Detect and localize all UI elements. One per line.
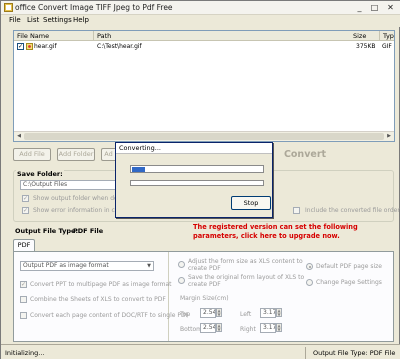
output-format-value: Output PDF as image format [23, 262, 109, 269]
convert-button[interactable]: Convert [273, 147, 337, 163]
margin-bottom-input[interactable]: 2.54 [200, 323, 216, 333]
scroll-thumb[interactable] [24, 133, 384, 140]
include-order-label: Include the converted file order [305, 207, 400, 214]
dialog-title-bar: Converting... [116, 143, 272, 154]
chevron-down-icon[interactable]: ▼ [145, 262, 153, 270]
change-page-label: Change Page Settings [316, 279, 382, 286]
title-bar: office Convert Image TIFF Jpeg to Pdf Fr… [1, 1, 400, 15]
output-file-type-value: PDF File [73, 227, 104, 235]
doc-single-pdf-checkbox[interactable] [20, 312, 27, 319]
minimize-icon[interactable]: _ [352, 2, 367, 13]
default-size-label: Default PDF page size [316, 263, 382, 270]
progress-fill-main [132, 167, 145, 172]
margin-bottom-label: Bottom [180, 326, 203, 333]
margin-left-spinner[interactable]: ▲ ▼ [276, 308, 282, 317]
row-checkbox[interactable]: ✓ [17, 43, 24, 50]
tab-pdf[interactable]: PDF [13, 239, 35, 251]
cell-type: GIF [382, 43, 392, 50]
show-output-label: Show output folder when done [33, 195, 126, 202]
app-icon [4, 3, 13, 12]
save-layout-label-1: Save the original form layout of XLS to [188, 274, 305, 281]
close-icon[interactable]: ✕ [383, 2, 398, 13]
scroll-right-icon[interactable]: ▶ [385, 133, 393, 140]
output-format-select[interactable]: Output PDF as image format [20, 261, 154, 271]
add-file-button[interactable]: Add File [13, 148, 51, 161]
gif-file-icon [26, 43, 33, 50]
ppt-multipage-label: Convert PPT to multipage PDF as image fo… [30, 281, 172, 288]
save-folder-label: Save Folder: [16, 170, 64, 178]
include-order-checkbox[interactable] [293, 207, 300, 214]
left-options: Output PDF as image format ▼ ✓ Convert P… [14, 252, 189, 341]
col-type[interactable]: Type [380, 31, 394, 41]
cell-size: 375KB [356, 43, 376, 50]
margin-right-spinner[interactable]: ▲ ▼ [276, 323, 282, 332]
margin-top-spinner[interactable]: ▲ ▼ [216, 308, 222, 317]
maximize-icon[interactable]: □ [367, 2, 382, 13]
save-layout-radio[interactable] [178, 277, 185, 284]
status-separator [305, 347, 306, 359]
save-folder-input[interactable]: C:\Output Files [20, 180, 116, 190]
right-options: Adjust the form size as XLS content to c… [172, 252, 393, 341]
table-row[interactable]: ✓ hear.gif C:\Test\hear.gif 375KB GIF [14, 42, 394, 52]
col-path[interactable]: Path [94, 31, 380, 41]
ppt-multipage-checkbox[interactable]: ✓ [20, 281, 27, 288]
dialog-title: Converting... [119, 144, 161, 152]
horizontal-scrollbar[interactable]: ◀ ▶ [14, 131, 394, 141]
adjust-xls-label-1: Adjust the form size as XLS content to [188, 258, 303, 265]
toolbar-partial-button[interactable]: Ad [101, 148, 115, 161]
cell-file-name: hear.gif [34, 43, 57, 50]
menu-help[interactable]: Help [73, 16, 89, 24]
combine-sheets-checkbox[interactable] [20, 296, 27, 303]
upgrade-link-line-1[interactable]: The registered version can set the follo… [193, 223, 358, 231]
margin-right-input[interactable]: 3.17 [260, 323, 276, 333]
margin-bottom-spinner[interactable]: ▲ ▼ [216, 323, 222, 332]
file-list[interactable]: File Name Path Size Type ✓ hear.gif C:\T… [13, 30, 395, 142]
margin-top-input[interactable]: 2.54 [200, 308, 216, 318]
col-size[interactable]: Size [350, 31, 380, 41]
margin-left-input[interactable]: 3.17 [260, 308, 276, 318]
adjust-xls-radio[interactable] [178, 261, 185, 268]
menu-bar: File List Settings Help [1, 15, 400, 27]
menu-settings[interactable]: Settings [43, 16, 72, 24]
stop-button[interactable]: Stop [231, 196, 271, 210]
status-text: Initializing... [5, 349, 45, 357]
show-error-checkbox[interactable]: ✓ [22, 207, 29, 214]
menu-list[interactable]: List [27, 16, 39, 24]
margin-top-label: Top [180, 311, 191, 318]
progress-bar-secondary [130, 180, 264, 186]
doc-single-pdf-label: Convert each page content of DOC/RTF to … [30, 312, 190, 319]
upgrade-link-line-2[interactable]: parameters, click here to upgrade now. [193, 232, 340, 240]
default-size-radio[interactable] [306, 263, 313, 270]
change-page-radio[interactable] [306, 279, 313, 286]
status-bar: Initializing... Output File Type: PDF Fi… [1, 344, 400, 359]
adjust-xls-label-2: create PDF [188, 265, 221, 272]
margin-size-title: Margin Size(cm) [180, 295, 229, 302]
col-file-name[interactable]: File Name [14, 31, 94, 41]
pdf-options-panel: Output PDF as image format ▼ ✓ Convert P… [13, 251, 394, 342]
margin-right-label: Right [240, 326, 256, 333]
scroll-left-icon[interactable]: ◀ [15, 133, 23, 140]
menu-file[interactable]: File [9, 16, 21, 24]
converting-dialog: Converting... Stop [115, 142, 273, 218]
margin-left-label: Left [240, 311, 252, 318]
add-folder-button[interactable]: Add Folder [57, 148, 95, 161]
main-window: office Convert Image TIFF Jpeg to Pdf Fr… [0, 0, 400, 359]
save-layout-label-2: create PDF [188, 281, 221, 288]
combine-sheets-label: Combine the Sheets of XLS to convert to … [30, 296, 166, 303]
output-file-type-label: Output File Type: [15, 227, 79, 235]
progress-bar-main [130, 165, 264, 173]
status-output-type: Output File Type: PDF File [313, 349, 396, 357]
window-title: office Convert Image TIFF Jpeg to Pdf Fr… [15, 3, 173, 12]
cell-path: C:\Test\hear.gif [97, 43, 142, 50]
show-output-checkbox[interactable]: ✓ [22, 195, 29, 202]
